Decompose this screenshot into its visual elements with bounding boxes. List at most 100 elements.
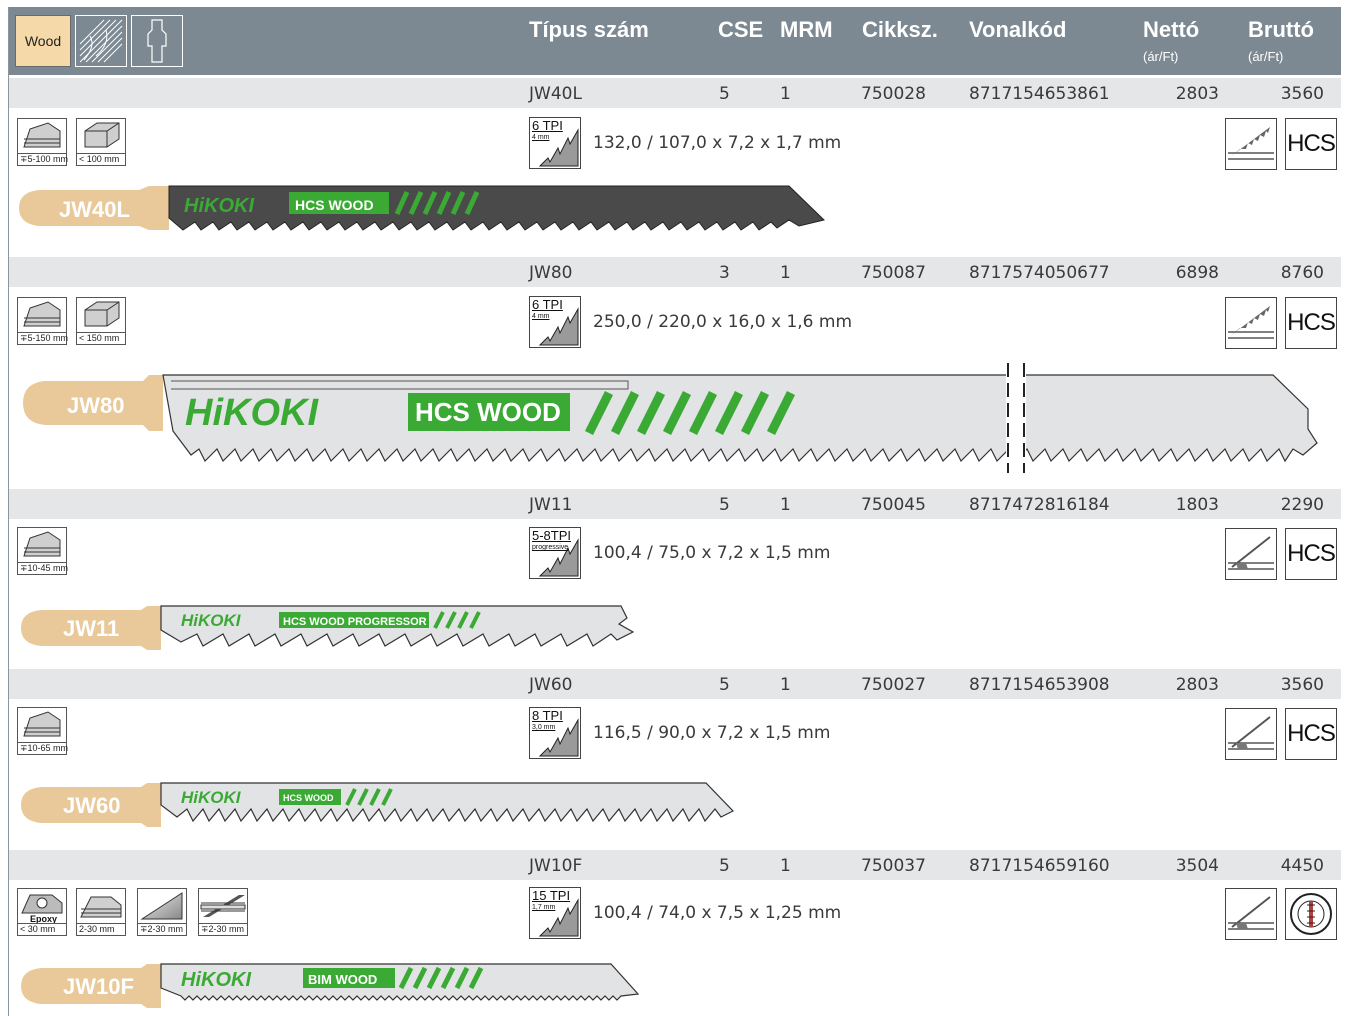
- type-cell: JW11: [529, 495, 573, 515]
- mrm-cell: 1: [780, 495, 791, 515]
- laminate-board-icon: 2-30 mm: [76, 888, 126, 936]
- table-row: JW11 5 1 750045 8717472816184 1803 2290: [9, 489, 1341, 519]
- table-header: Wood Típus szám CSE MRM Cikksz. Vonalkód…: [9, 7, 1341, 75]
- col-net: Nettó: [1143, 17, 1200, 42]
- barcode-cell: 8717574050677: [969, 263, 1110, 283]
- tpi-badge: 6 TPI 4 mm: [529, 117, 581, 169]
- table-row: JW60 5 1 750027 8717154653908 2803 3560: [9, 669, 1341, 699]
- product-table: Wood Típus szám CSE MRM Cikksz. Vonalkód…: [8, 7, 1341, 1016]
- type-cell: JW10F: [529, 856, 583, 876]
- tpi-badge: 15 TPI 1,7 mm: [529, 887, 581, 939]
- board-thickness-icon: ∓10-45 mm: [17, 527, 68, 575]
- blade-tag: JW11: [63, 616, 119, 641]
- blade-jw80: HiKOKI HCS WOOD JW80: [23, 363, 1318, 473]
- steel-badge: HCS: [1285, 297, 1337, 349]
- wood-grain-icon: [75, 15, 127, 67]
- article-cell: 750027: [861, 675, 926, 695]
- barcode-cell: 8717154653861: [969, 84, 1110, 104]
- brand-logo: HiKOKI: [181, 611, 242, 630]
- cse-cell: 5: [719, 856, 730, 876]
- barcode-cell: 8717154659160: [969, 856, 1110, 876]
- gross-price-cell: 4450: [1280, 856, 1324, 876]
- blade-dimensions: 100,4 / 74,0 x 7,5 x 1,25 mm: [593, 903, 842, 923]
- blade-dimensions: 250,0 / 220,0 x 16,0 x 1,6 mm: [593, 312, 853, 332]
- blade-print: BIM WOOD: [308, 972, 377, 987]
- tpi-badge: 5-8TPI progressive: [529, 527, 581, 579]
- brand-logo: HiKOKI: [184, 195, 254, 217]
- blade-tag: JW80: [67, 393, 124, 418]
- svg-text:Epoxy: Epoxy: [30, 914, 57, 923]
- type-cell: JW60: [529, 675, 573, 695]
- net-price-cell: 6898: [1175, 263, 1219, 283]
- net-price-cell: 2803: [1175, 675, 1219, 695]
- article-cell: 750087: [861, 263, 926, 283]
- blade-tag: JW40L: [59, 197, 130, 222]
- coated-board-icon: ∓2-30 mm: [137, 888, 187, 936]
- cse-cell: 5: [719, 495, 730, 515]
- sandwich-board-icon: ∓2-30 mm: [198, 888, 248, 936]
- col-article: Cikksz.: [862, 17, 938, 42]
- coarse-cut-icon: [1225, 297, 1277, 349]
- blade-jw40l: HiKOKI HCS WOOD JW40L: [19, 185, 825, 231]
- col-gross-unit: (ár/Ft): [1248, 49, 1284, 64]
- col-type: Típus szám: [529, 17, 649, 42]
- blade-jw11: HiKOKI HCS WOOD PROGRESSOR JW11: [21, 605, 635, 650]
- col-mrm: MRM: [780, 17, 833, 42]
- blade-tag: JW10F: [63, 974, 134, 999]
- blade-print: HCS WOOD: [415, 397, 561, 427]
- cse-cell: 5: [719, 84, 730, 104]
- col-gross: Bruttó: [1248, 17, 1314, 42]
- solid-wood-icon: < 150 mm: [76, 297, 126, 345]
- blade-print: HCS WOOD: [283, 793, 334, 803]
- clean-cut-icon: [1225, 888, 1277, 940]
- article-cell: 750045: [861, 495, 926, 515]
- article-cell: 750028: [861, 84, 926, 104]
- gross-price-cell: 3560: [1280, 84, 1324, 104]
- barcode-cell: 8717154653908: [969, 675, 1110, 695]
- table-row: JW10F 5 1 750037 8717154659160 3504 4450: [9, 850, 1341, 880]
- solid-wood-icon: < 100 mm: [76, 118, 126, 166]
- gross-price-cell: 2290: [1280, 495, 1324, 515]
- blade-print: HCS WOOD: [295, 197, 374, 213]
- clean-cut-icon: [1225, 528, 1277, 580]
- mrm-cell: 1: [780, 84, 791, 104]
- coarse-cut-icon: [1225, 118, 1277, 170]
- blade-tag: JW60: [63, 793, 120, 818]
- blade-jw60: HiKOKI HCS WOOD JW60: [21, 782, 734, 827]
- article-cell: 750037: [861, 856, 926, 876]
- board-thickness-icon: ∓10-65 mm: [17, 707, 68, 755]
- type-cell: JW40L: [529, 84, 582, 104]
- brand-logo: HiKOKI: [181, 969, 251, 991]
- col-barcode: Vonalkód: [969, 17, 1067, 42]
- col-net-unit: (ár/Ft): [1143, 49, 1179, 64]
- mrm-cell: 1: [780, 856, 791, 876]
- gross-price-cell: 8760: [1280, 263, 1324, 283]
- tpi-badge: 8 TPI 3,0 mm: [529, 707, 581, 759]
- net-price-cell: 3504: [1175, 856, 1219, 876]
- mrm-cell: 1: [780, 263, 791, 283]
- epoxy-board-icon: Epoxy < 30 mm: [17, 888, 67, 936]
- bimetal-seal-icon: [1285, 888, 1337, 940]
- brand-logo: HiKOKI: [185, 392, 319, 434]
- blade-jw10f: HiKOKI BIM WOOD JW10F: [21, 963, 640, 1008]
- brand-logo: HiKOKI: [181, 788, 242, 807]
- board-thickness-icon: ∓5-100 mm: [17, 118, 68, 166]
- gross-price-cell: 3560: [1280, 675, 1324, 695]
- type-cell: JW80: [529, 263, 573, 283]
- steel-badge: HCS: [1285, 118, 1337, 170]
- steel-badge: HCS: [1285, 528, 1337, 580]
- blade-dimensions: 100,4 / 75,0 x 7,2 x 1,5 mm: [593, 543, 831, 563]
- clean-cut-icon: [1225, 708, 1277, 760]
- col-cse: CSE: [718, 17, 764, 42]
- barcode-cell: 8717472816184: [969, 495, 1110, 515]
- blade-dimensions: 132,0 / 107,0 x 7,2 x 1,7 mm: [593, 133, 842, 153]
- net-price-cell: 2803: [1175, 84, 1219, 104]
- net-price-cell: 1803: [1175, 495, 1219, 515]
- jigsaw-blade-icon: [131, 15, 183, 67]
- mrm-cell: 1: [780, 675, 791, 695]
- category-tag: Wood: [15, 15, 71, 67]
- cse-cell: 3: [719, 263, 730, 283]
- table-row: JW80 3 1 750087 8717574050677 6898 8760: [9, 257, 1341, 287]
- table-row: JW40L 5 1 750028 8717154653861 2803 3560: [9, 78, 1341, 108]
- cse-cell: 5: [719, 675, 730, 695]
